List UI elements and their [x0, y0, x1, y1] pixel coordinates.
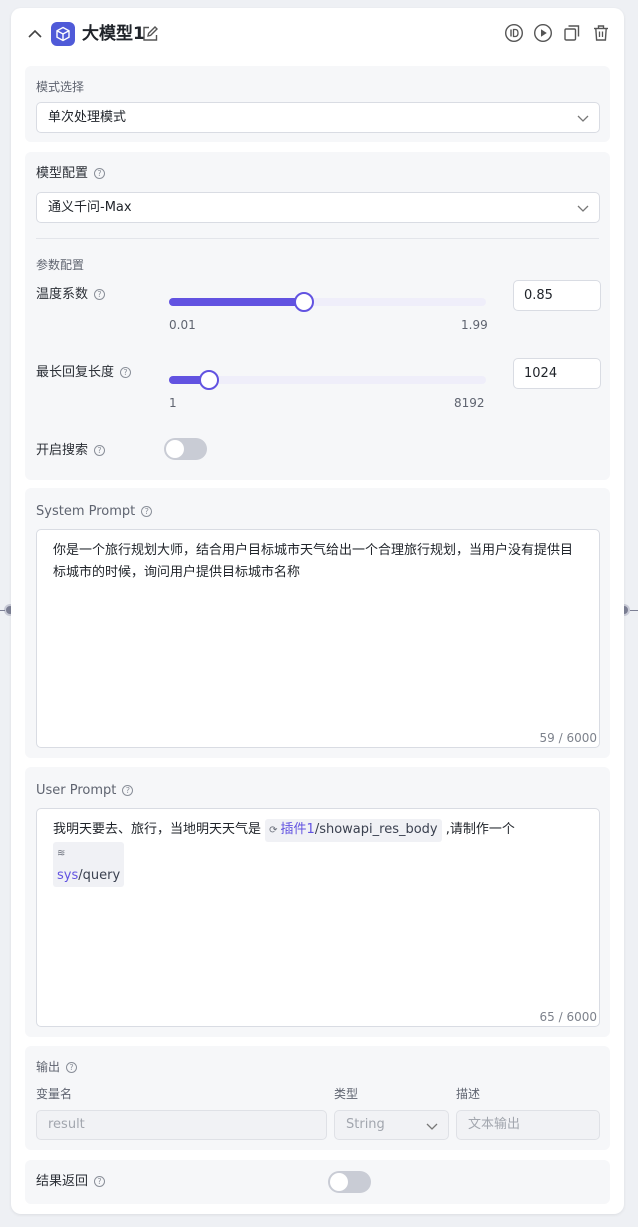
- llm-node-card: 大模型1 模式选择 单次处理模式 模型配置 ? 通义千问-Max 参数配置 温度…: [11, 8, 624, 1214]
- max-length-min: 1: [169, 396, 177, 410]
- max-length-max: 8192: [454, 396, 485, 410]
- edit-icon[interactable]: [141, 25, 159, 43]
- system-prompt-text: 你是一个旅行规划大师，结合用户目标城市天气给出一个合理旅行规划，当用户没有提供目…: [53, 543, 574, 580]
- link-icon: ⟳: [269, 825, 278, 836]
- output-section: 输出? 变量名 类型 描述 result String 文本输出: [25, 1046, 610, 1150]
- result-return-toggle[interactable]: [328, 1171, 371, 1193]
- max-length-slider[interactable]: [169, 370, 486, 390]
- user-prompt-section: User Prompt? 我明天要去、旅行，当地明天天气是 ⟳ 插件1/showa…: [25, 767, 610, 1037]
- toggle-knob: [166, 440, 184, 458]
- mode-label: 模式选择: [36, 80, 85, 94]
- user-prompt-text-part: ,请制作一个: [445, 822, 515, 837]
- user-prompt-text-part: 我明天要去、旅行，当地明天天气是: [53, 822, 262, 837]
- variable-tag[interactable]: ⟳ 插件1/showapi_res_body: [265, 819, 442, 842]
- mode-section: 模式选择 单次处理模式: [25, 66, 610, 142]
- user-prompt-textarea[interactable]: 我明天要去、旅行，当地明天天气是 ⟳ 插件1/showapi_res_body ,…: [36, 808, 600, 1027]
- variable-tag[interactable]: ≋ sys/query: [53, 842, 125, 887]
- model-config-label: 模型配置?: [36, 165, 106, 183]
- output-desc-field: 文本输出: [456, 1110, 600, 1140]
- model-config-section: 模型配置? 通义千问-Max 参数配置 温度系数? 0.01 1.99 0.85…: [25, 152, 610, 480]
- temperature-slider[interactable]: [169, 292, 486, 312]
- layers-icon: ≋: [57, 848, 66, 859]
- output-name-field: result: [36, 1110, 327, 1140]
- temperature-min: 0.01: [169, 318, 196, 332]
- node-title: 大模型1: [82, 24, 145, 44]
- help-icon[interactable]: ?: [94, 445, 106, 456]
- play-icon[interactable]: [533, 23, 553, 43]
- col-type-label: 类型: [334, 1087, 359, 1101]
- trash-icon[interactable]: [591, 23, 611, 43]
- temperature-slider-fill: [169, 298, 304, 306]
- help-icon[interactable]: ?: [122, 785, 134, 796]
- model-select-value: 通义千问-Max: [48, 200, 132, 215]
- cube-logo-icon: [51, 22, 75, 46]
- max-length-label: 最长回复长度?: [36, 364, 132, 382]
- temperature-input[interactable]: 0.85: [513, 280, 601, 311]
- variable-path: /query: [78, 868, 121, 883]
- result-return-section: 结果返回?: [25, 1160, 610, 1204]
- input-connector-line: [0, 610, 5, 611]
- system-prompt-label: System Prompt?: [36, 503, 153, 521]
- user-prompt-label: User Prompt?: [36, 782, 134, 800]
- temperature-slider-handle[interactable]: [293, 292, 314, 312]
- chevron-down-icon: [426, 1123, 438, 1130]
- variable-prefix: 插件1: [280, 822, 315, 837]
- output-type-value: String: [346, 1117, 385, 1132]
- help-icon[interactable]: ?: [141, 506, 153, 517]
- output-label: 输出?: [36, 1059, 78, 1075]
- variable-path: /showapi_res_body: [314, 822, 438, 837]
- divider: [36, 238, 599, 239]
- system-prompt-section: System Prompt? 你是一个旅行规划大师，结合用户目标城市天气给出一个…: [25, 488, 610, 758]
- mode-select-value: 单次处理模式: [48, 110, 127, 125]
- max-length-slider-handle[interactable]: [198, 370, 219, 390]
- params-label: 参数配置: [36, 258, 85, 272]
- chevron-down-icon: [577, 115, 589, 122]
- help-icon[interactable]: ?: [66, 1062, 78, 1073]
- temperature-label: 温度系数?: [36, 286, 106, 304]
- temperature-max: 1.99: [461, 318, 488, 332]
- chevron-up-icon[interactable]: [27, 26, 43, 42]
- user-prompt-text: 我明天要去、旅行，当地明天天气是 ⟳ 插件1/showapi_res_body ,…: [53, 819, 583, 887]
- output-type-select: String: [334, 1110, 449, 1140]
- system-prompt-textarea[interactable]: 你是一个旅行规划大师，结合用户目标城市天气给出一个合理旅行规划，当用户没有提供目…: [36, 529, 600, 748]
- help-icon[interactable]: ?: [94, 168, 106, 179]
- search-toggle[interactable]: [164, 438, 207, 460]
- result-return-label: 结果返回?: [36, 1173, 106, 1191]
- help-icon[interactable]: ?: [94, 1176, 106, 1187]
- mode-select[interactable]: 单次处理模式: [36, 102, 600, 133]
- system-prompt-counter: 59 / 6000: [539, 731, 597, 745]
- user-prompt-counter: 65 / 6000: [539, 1010, 597, 1024]
- toggle-knob: [330, 1173, 348, 1191]
- chevron-down-icon: [577, 205, 589, 212]
- output-connector-line: [630, 610, 638, 611]
- help-icon[interactable]: ?: [94, 289, 106, 300]
- node-header: 大模型1: [11, 8, 624, 62]
- col-desc-label: 描述: [456, 1087, 481, 1101]
- model-select[interactable]: 通义千问-Max: [36, 192, 600, 223]
- copy-icon[interactable]: [562, 23, 582, 43]
- max-length-input[interactable]: 1024: [513, 358, 601, 389]
- help-icon[interactable]: ?: [120, 367, 132, 378]
- variable-prefix: sys: [57, 868, 79, 883]
- id-icon[interactable]: [504, 23, 524, 43]
- col-name-label: 变量名: [36, 1087, 73, 1101]
- search-label: 开启搜索?: [36, 442, 106, 460]
